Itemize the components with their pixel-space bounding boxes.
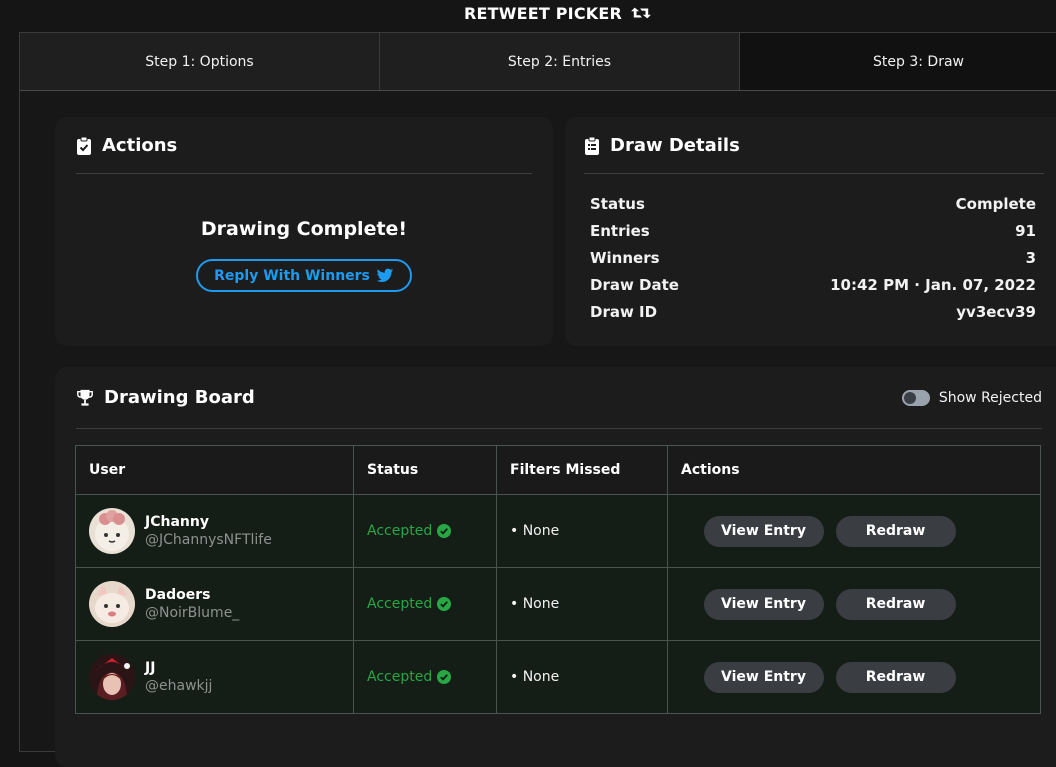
- view-entry-button[interactable]: View Entry: [703, 661, 824, 693]
- user-cell: JChanny @JChannysNFTlife: [75, 494, 354, 568]
- table-row: JChanny @JChannysNFTlife Accepted • None…: [75, 494, 1041, 568]
- drawing-board-table: User Status Filters Missed Actions JChan…: [75, 445, 1041, 714]
- user-cell: JJ @ehawkjj: [75, 640, 354, 714]
- board-divider: [76, 428, 1042, 429]
- show-rejected-toggle-wrap: Show Rejected: [901, 390, 1042, 406]
- detail-row-entries: Entries 91: [590, 222, 1036, 240]
- app-title-text: RETWEET PICKER: [463, 3, 623, 23]
- user-handle: @JChannysNFTlife: [145, 532, 272, 548]
- detail-row-draw-id: Draw ID yv3ecv39: [590, 303, 1036, 321]
- detail-label: Draw Date: [590, 276, 679, 294]
- details-divider: [584, 173, 1044, 174]
- status-cell: Accepted: [353, 640, 497, 714]
- actions-cell: View Entry Redraw: [667, 640, 1041, 714]
- detail-value: yv3ecv39: [956, 303, 1036, 321]
- check-circle-icon: [437, 670, 452, 684]
- redraw-button[interactable]: Redraw: [835, 661, 956, 693]
- reply-button-label: Reply With Winners: [214, 267, 370, 284]
- status-cell: Accepted: [353, 494, 497, 568]
- user-name: JJ: [145, 660, 156, 676]
- actions-cell: View Entry Redraw: [667, 494, 1041, 568]
- retweet-icon: [631, 7, 651, 19]
- tab-step-2-entries[interactable]: Step 2: Entries: [380, 33, 740, 90]
- app-title: RETWEET PICKER: [0, 0, 1056, 26]
- status-cell: Accepted: [353, 567, 497, 641]
- actions-header: Actions: [76, 135, 177, 156]
- tab-step-1-options[interactable]: Step 1: Options: [20, 33, 380, 90]
- detail-row-status: Status Complete: [590, 195, 1036, 213]
- view-entry-button[interactable]: View Entry: [703, 588, 824, 620]
- trophy-icon: [77, 389, 93, 406]
- redraw-button[interactable]: Redraw: [835, 588, 956, 620]
- avatar[interactable]: [89, 654, 135, 700]
- detail-value: 10:42 PM · Jan. 07, 2022: [830, 276, 1036, 294]
- column-header-filters-missed: Filters Missed: [496, 445, 668, 495]
- user-name: JChanny: [145, 514, 209, 530]
- twitter-bird-icon: [376, 268, 394, 282]
- detail-label: Winners: [590, 249, 660, 267]
- detail-row-winners: Winners 3: [590, 249, 1036, 267]
- view-entry-button[interactable]: View Entry: [703, 515, 824, 547]
- detail-label: Draw ID: [590, 303, 658, 321]
- check-circle-icon: [437, 524, 452, 538]
- draw-details-card: Draw Details Status Complete Entries 91 …: [565, 117, 1056, 346]
- user-name: Dadoers: [145, 587, 211, 603]
- redraw-button[interactable]: Redraw: [835, 515, 956, 547]
- drawing-complete-message: Drawing Complete!: [200, 218, 408, 240]
- table-row: Dadoers @NoirBlume_ Accepted • None View…: [75, 567, 1041, 641]
- reply-with-winners-button[interactable]: Reply With Winners: [196, 259, 412, 292]
- actions-cell: View Entry Redraw: [667, 567, 1041, 641]
- detail-value: 3: [1025, 249, 1036, 267]
- board-header: Drawing Board: [76, 387, 255, 408]
- detail-row-draw-date: Draw Date 10:42 PM · Jan. 07, 2022: [590, 276, 1036, 294]
- detail-label: Entries: [590, 222, 650, 240]
- detail-label: Status: [590, 195, 645, 213]
- step-tabs: Step 1: Options Step 2: Entries Step 3: …: [20, 33, 1056, 91]
- show-rejected-label: Show Rejected: [938, 390, 1042, 406]
- status-badge: Accepted: [367, 523, 433, 539]
- detail-value: Complete: [955, 195, 1036, 213]
- avatar[interactable]: [89, 581, 135, 627]
- filters-missed-cell: • None: [496, 640, 668, 714]
- status-badge: Accepted: [367, 669, 433, 685]
- clipboard-check-icon: [77, 136, 91, 155]
- avatar[interactable]: [89, 508, 135, 554]
- tab-step-3-draw[interactable]: Step 3: Draw: [740, 33, 1056, 90]
- details-title: Draw Details: [610, 135, 740, 156]
- toggle-knob: [903, 392, 916, 404]
- column-header-actions: Actions: [667, 445, 1041, 495]
- drawing-board-card: Drawing Board Show Rejected User Status …: [55, 367, 1056, 767]
- status-badge: Accepted: [367, 596, 433, 612]
- actions-divider: [76, 173, 532, 174]
- column-header-user: User: [75, 445, 354, 495]
- column-header-status: Status: [353, 445, 497, 495]
- filters-missed-cell: • None: [496, 567, 668, 641]
- details-header: Draw Details: [584, 135, 740, 156]
- table-row: JJ @ehawkjj Accepted • None View Entry R…: [75, 640, 1041, 714]
- board-title: Drawing Board: [104, 387, 255, 408]
- user-handle: @ehawkjj: [145, 678, 213, 694]
- user-handle: @NoirBlume_: [145, 605, 240, 621]
- filters-missed-cell: • None: [496, 494, 668, 568]
- check-circle-icon: [437, 597, 452, 611]
- actions-card: Actions Drawing Complete! Reply With Win…: [55, 117, 553, 346]
- show-rejected-toggle[interactable]: [901, 390, 930, 406]
- table-header-row: User Status Filters Missed Actions: [75, 445, 1041, 495]
- clipboard-list-icon: [585, 136, 599, 155]
- actions-title: Actions: [102, 135, 178, 156]
- detail-value: 91: [1015, 222, 1036, 240]
- user-cell: Dadoers @NoirBlume_: [75, 567, 354, 641]
